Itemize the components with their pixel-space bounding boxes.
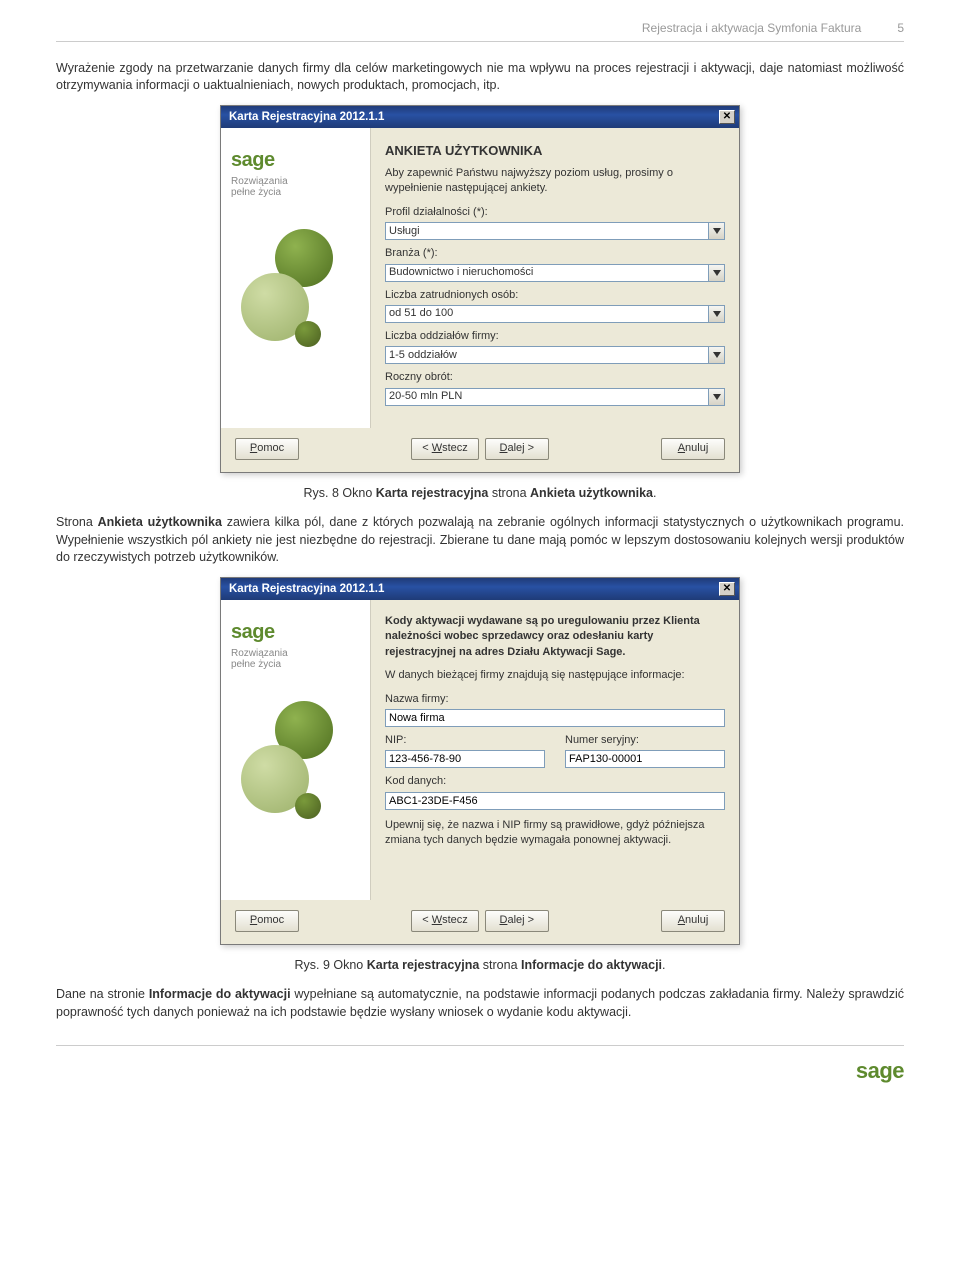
form-subintro: W danych bieżącej firmy znajdują się nas… [385, 668, 725, 683]
window-title: Karta Rejestracyjna 2012.1.1 [229, 581, 384, 597]
window-title: Karta Rejestracyjna 2012.1.1 [229, 109, 384, 125]
chevron-down-icon[interactable] [709, 346, 725, 364]
select-employees[interactable]: od 51 do 100 [385, 305, 709, 323]
sage-logo: sage [231, 146, 360, 174]
label-employees: Liczba zatrudnionych osób: [385, 288, 725, 303]
dialog-aktywacja: Karta Rejestracyjna 2012.1.1 ✕ sage Rozw… [220, 577, 740, 945]
label-profile: Profil działalności (*): [385, 205, 725, 220]
cancel-button[interactable]: Anuluj [661, 438, 725, 460]
label-turnover: Roczny obrót: [385, 370, 725, 385]
paragraph-2: Strona Ankieta użytkownika zawiera kilka… [56, 514, 904, 567]
paragraph-3: Dane na stronie Informacje do aktywacji … [56, 986, 904, 1021]
form-intro: Aby zapewnić Państwu najwyższy poziom us… [385, 166, 725, 197]
sage-tagline: Rozwiązaniapełne życia [231, 176, 360, 199]
figure-caption-8: Rys. 8 Okno Karta rejestracyjna strona A… [56, 485, 904, 503]
label-branches: Liczba oddziałów firmy: [385, 329, 725, 344]
chevron-down-icon[interactable] [709, 388, 725, 406]
form-panel: ANKIETA UŻYTKOWNIKA Aby zapewnić Państwu… [371, 128, 739, 428]
help-button[interactable]: Pomoc [235, 910, 299, 932]
label-nip: NIP: [385, 733, 545, 748]
select-branches[interactable]: 1-5 oddziałów [385, 346, 709, 364]
chevron-down-icon[interactable] [709, 305, 725, 323]
button-row: Pomoc < Wstecz Dalej > Anuluj [221, 428, 739, 472]
sage-logo: sage [231, 618, 360, 646]
close-icon[interactable]: ✕ [719, 110, 735, 124]
input-serial[interactable] [565, 750, 725, 768]
form-intro-bold: Kody aktywacji wydawane są po uregulowan… [385, 614, 725, 660]
decorative-blobs [231, 693, 360, 853]
next-button[interactable]: Dalej > [485, 438, 549, 460]
input-datacode[interactable] [385, 792, 725, 810]
header-title: Rejestracja i aktywacja Symfonia Faktura [642, 20, 861, 37]
header-pagenum: 5 [897, 20, 904, 37]
side-panel: sage Rozwiązaniapełne życia [221, 128, 371, 428]
paragraph-1: Wyrażenie zgody na przetwarzanie danych … [56, 60, 904, 95]
titlebar: Karta Rejestracyjna 2012.1.1 ✕ [221, 106, 739, 128]
input-nip[interactable] [385, 750, 545, 768]
decorative-blobs [231, 221, 360, 381]
input-company[interactable] [385, 709, 725, 727]
sage-logo: sage [856, 1056, 904, 1087]
label-serial: Numer seryjny: [565, 733, 725, 748]
form-heading: ANKIETA UŻYTKOWNIKA [385, 142, 725, 160]
back-button[interactable]: < Wstecz [411, 438, 479, 460]
figure-caption-9: Rys. 9 Okno Karta rejestracyjna strona I… [56, 957, 904, 975]
back-button[interactable]: < Wstecz [411, 910, 479, 932]
next-button[interactable]: Dalej > [485, 910, 549, 932]
side-panel: sage Rozwiązaniapełne życia [221, 600, 371, 900]
select-profile[interactable]: Usługi [385, 222, 709, 240]
chevron-down-icon[interactable] [709, 222, 725, 240]
help-button[interactable]: Pomoc [235, 438, 299, 460]
form-panel: Kody aktywacji wydawane są po uregulowan… [371, 600, 739, 900]
select-industry[interactable]: Budownictwo i nieruchomości [385, 264, 709, 282]
titlebar: Karta Rejestracyjna 2012.1.1 ✕ [221, 578, 739, 600]
dialog-ankieta: Karta Rejestracyjna 2012.1.1 ✕ sage Rozw… [220, 105, 740, 473]
page-header: Rejestracja i aktywacja Symfonia Faktura… [56, 20, 904, 42]
label-industry: Branża (*): [385, 246, 725, 261]
select-turnover[interactable]: 20-50 mln PLN [385, 388, 709, 406]
label-company: Nazwa firmy: [385, 692, 725, 707]
label-datacode: Kod danych: [385, 774, 725, 789]
close-icon[interactable]: ✕ [719, 582, 735, 596]
footer: sage [56, 1045, 904, 1087]
button-row: Pomoc < Wstecz Dalej > Anuluj [221, 900, 739, 944]
cancel-button[interactable]: Anuluj [661, 910, 725, 932]
chevron-down-icon[interactable] [709, 264, 725, 282]
sage-tagline: Rozwiązaniapełne życia [231, 648, 360, 671]
note-text: Upewnij się, że nazwa i NIP firmy są pra… [385, 818, 725, 849]
